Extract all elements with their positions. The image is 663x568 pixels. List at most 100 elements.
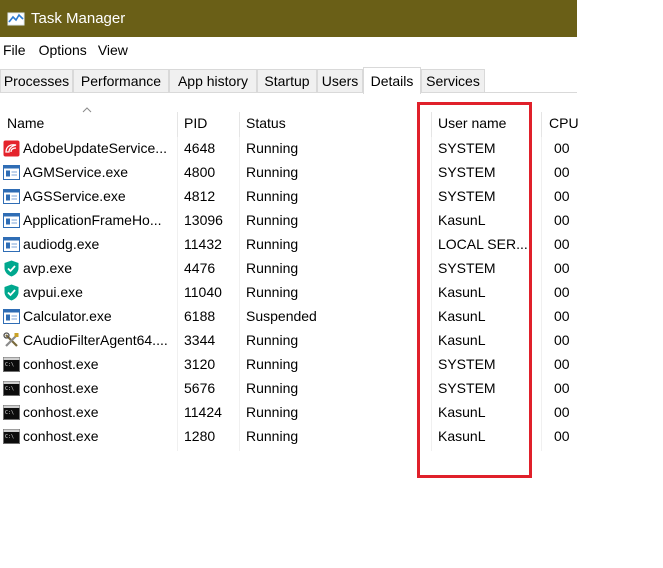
process-user-name: KasunL: [438, 308, 486, 324]
task-manager-window: Task Manager File Options View Processes…: [0, 0, 579, 568]
process-row[interactable]: CAudioFilterAgent64.... 3344 Running KasunL…: [0, 329, 577, 353]
title-bar[interactable]: Task Manager: [0, 0, 577, 37]
tab-performance[interactable]: Performance: [73, 69, 169, 92]
process-cpu: 00: [554, 140, 570, 156]
process-pid: 4648: [184, 140, 216, 156]
process-user-name: KasunL: [438, 404, 486, 420]
application-window-icon: [3, 188, 20, 205]
column-header-user-name[interactable]: User name: [438, 115, 506, 131]
tab-startup[interactable]: Startup: [257, 69, 317, 92]
process-pid: 6188: [184, 308, 216, 324]
column-divider[interactable]: [541, 112, 542, 137]
process-cpu: 00: [554, 308, 570, 324]
process-name: AGMService.exe: [23, 164, 129, 180]
application-window-icon: [3, 236, 20, 253]
process-row[interactable]: C:\ conhost.exe 5676 Running SYSTEM 00: [0, 377, 577, 401]
tab-users[interactable]: Users: [317, 69, 363, 92]
column-header-cpu[interactable]: CPU: [549, 115, 579, 131]
column-divider[interactable]: [239, 112, 240, 137]
process-user-name: SYSTEM: [438, 164, 496, 180]
menu-options[interactable]: Options: [35, 42, 94, 58]
process-pid: 5676: [184, 380, 216, 396]
process-pid: 13096: [184, 212, 223, 228]
console-icon: C:\: [3, 404, 20, 421]
application-window-icon: [3, 164, 20, 181]
column-header-pid[interactable]: PID: [184, 115, 207, 131]
tab-processes[interactable]: Processes: [0, 69, 73, 92]
column-header-status[interactable]: Status: [246, 115, 286, 131]
process-name: conhost.exe: [23, 428, 99, 444]
menu-view[interactable]: View: [94, 42, 135, 58]
shield-check-icon: [3, 284, 20, 301]
process-row[interactable]: AGMService.exe 4800 Running SYSTEM 00: [0, 161, 577, 185]
process-cpu: 00: [554, 188, 570, 204]
process-cpu: 00: [554, 380, 570, 396]
menu-file[interactable]: File: [0, 42, 35, 58]
process-cpu: 00: [554, 404, 570, 420]
process-name: AGSService.exe: [23, 188, 126, 204]
process-row[interactable]: ApplicationFrameHo... 13096 Running KasunL 0…: [0, 209, 577, 233]
process-pid: 4476: [184, 260, 216, 276]
console-icon: C:\: [3, 356, 20, 373]
process-user-name: SYSTEM: [438, 260, 496, 276]
process-cpu: 00: [554, 236, 570, 252]
process-cpu: 00: [554, 260, 570, 276]
tab-app-history[interactable]: App history: [169, 69, 257, 92]
process-name: conhost.exe: [23, 404, 99, 420]
process-pid: 4800: [184, 164, 216, 180]
process-row[interactable]: Calculator.exe 6188 Suspended KasunL 00: [0, 305, 577, 329]
process-row[interactable]: AGSService.exe 4812 Running SYSTEM 00: [0, 185, 577, 209]
process-pid: 11040: [184, 284, 222, 300]
process-row[interactable]: C:\ conhost.exe 1280 Running KasunL 00: [0, 425, 577, 449]
process-status: Running: [246, 164, 299, 180]
process-cpu: 00: [554, 212, 570, 228]
process-user-name: SYSTEM: [438, 356, 496, 372]
process-row[interactable]: C:\ conhost.exe 11424 Running KasunL 00: [0, 401, 577, 425]
process-user-name: SYSTEM: [438, 140, 496, 156]
tools-icon: [3, 332, 20, 349]
process-pid: 11432: [184, 236, 222, 252]
process-name: CAudioFilterAgent64....: [23, 332, 168, 348]
process-name: conhost.exe: [23, 380, 99, 396]
process-user-name: KasunL: [438, 284, 486, 300]
process-pid: 11424: [184, 404, 222, 420]
application-window-icon: [3, 212, 20, 229]
process-cpu: 00: [554, 332, 570, 348]
column-divider[interactable]: [431, 112, 432, 137]
console-icon: C:\: [3, 428, 20, 445]
process-row[interactable]: avp.exe 4476 Running SYSTEM 00: [0, 257, 577, 281]
process-row[interactable]: avpui.exe 11040 Running KasunL 00: [0, 281, 577, 305]
column-divider[interactable]: [177, 112, 178, 137]
process-status: Running: [246, 356, 299, 372]
process-user-name: KasunL: [438, 332, 486, 348]
process-cpu: 00: [554, 164, 570, 180]
process-name: Calculator.exe: [23, 308, 112, 324]
process-status: Running: [246, 140, 299, 156]
process-status: Running: [246, 404, 299, 420]
process-user-name: KasunL: [438, 428, 486, 444]
column-header-name[interactable]: Name: [7, 115, 44, 131]
process-status: Running: [246, 188, 299, 204]
process-name: avp.exe: [23, 260, 73, 276]
svg-text:C:\: C:\: [5, 362, 14, 368]
process-status: Running: [246, 380, 299, 396]
task-manager-icon: [7, 12, 25, 25]
tab-services[interactable]: Services: [421, 69, 485, 92]
svg-text:C:\: C:\: [5, 434, 14, 440]
process-user-name: KasunL: [438, 212, 486, 228]
adobe-icon: [3, 140, 20, 157]
window-title: Task Manager: [31, 10, 126, 27]
process-row[interactable]: C:\ conhost.exe 3120 Running SYSTEM 00: [0, 353, 577, 377]
console-icon: C:\: [3, 380, 20, 397]
process-pid: 1280: [184, 428, 216, 444]
column-header-row: Name PID Status User name CPU: [0, 106, 579, 137]
process-cpu: 00: [554, 356, 570, 372]
process-status: Running: [246, 260, 299, 276]
process-row[interactable]: audiodg.exe 11432 Running LOCAL SER... 00: [0, 233, 577, 257]
sort-ascending-icon: [82, 107, 92, 113]
tab-details[interactable]: Details: [363, 67, 421, 94]
process-pid: 3120: [184, 356, 216, 372]
process-name: conhost.exe: [23, 356, 99, 372]
process-cpu: 00: [554, 284, 570, 300]
process-row[interactable]: AdobeUpdateService... 4648 Running SYSTEM 00: [0, 137, 577, 161]
